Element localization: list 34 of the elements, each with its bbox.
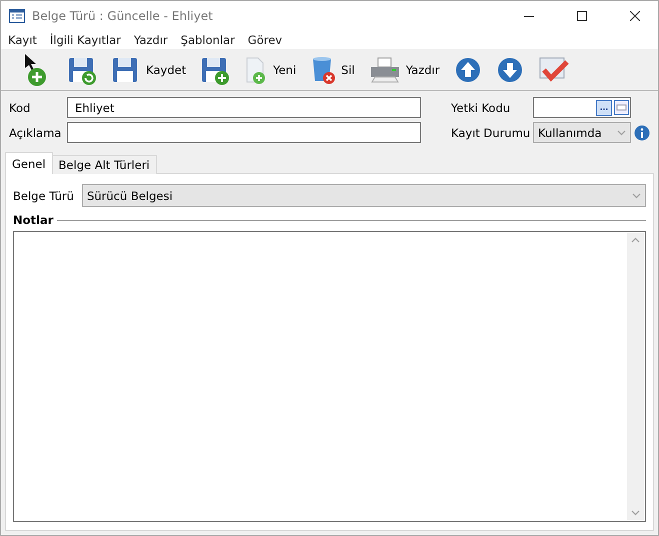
printer-icon [368, 56, 401, 84]
delete-button[interactable]: Sil [308, 52, 357, 86]
scroll-down-icon[interactable] [631, 510, 640, 516]
browse-button[interactable]: ... [596, 100, 612, 116]
field-label: Kayıt Durumu [451, 126, 532, 140]
status-dropdown[interactable]: Kullanımda [533, 122, 631, 143]
form-icon [9, 9, 25, 23]
recycle-bin-icon [310, 54, 336, 84]
menu-item[interactable]: Görev [248, 33, 282, 47]
new-button[interactable]: Yeni [242, 52, 298, 86]
menu-item[interactable]: Yazdır [134, 33, 168, 47]
field-label: Kod [9, 100, 32, 114]
save-button[interactable]: Kaydet [109, 52, 188, 86]
notes-label: Notlar [13, 213, 54, 227]
menu-item[interactable]: İlgili Kayıtlar [50, 33, 121, 47]
calendar-icon[interactable] [614, 100, 629, 115]
tab[interactable]: Belge Alt Türleri [52, 155, 157, 174]
document-type-dropdown[interactable]: Sürücü Belgesi [82, 184, 646, 207]
notes-field[interactable] [13, 231, 646, 522]
input-field[interactable]: Ehliyet [67, 97, 421, 118]
input-field[interactable] [67, 122, 421, 143]
tab[interactable]: Genel [5, 152, 53, 174]
input-field[interactable]: ... [533, 97, 631, 118]
window-title: Belge Türü : Güncelle - Ehliyet [32, 9, 214, 23]
field-label: Açıklama [9, 126, 62, 140]
menu-item[interactable]: Kayıt [8, 33, 37, 47]
menu-item[interactable]: Şablonlar [180, 33, 235, 47]
field-label: Belge Türü [13, 188, 74, 202]
field-label: Yetki Kodu [451, 100, 512, 114]
info-icon[interactable] [634, 124, 650, 140]
maximize-icon [577, 11, 587, 21]
scroll-up-icon[interactable] [631, 237, 640, 243]
print-button[interactable]: Yazdır [366, 54, 442, 86]
close-icon [630, 11, 640, 21]
